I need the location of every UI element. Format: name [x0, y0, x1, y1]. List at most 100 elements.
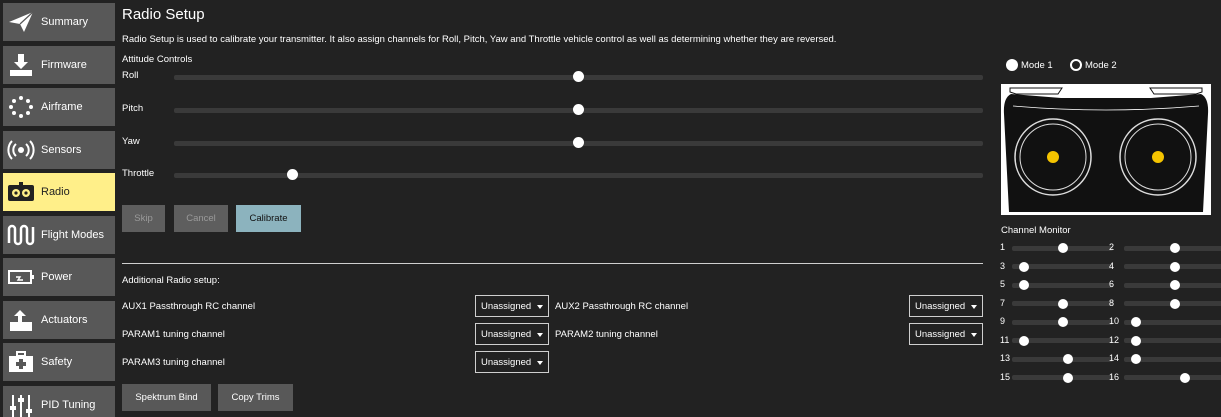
mode1-label: Mode 1: [1021, 59, 1053, 71]
channel-handle: [1169, 298, 1180, 309]
airframe-dots-icon: [3, 88, 39, 126]
page-title: Radio Setup: [122, 6, 205, 23]
channel-handle: [1057, 243, 1068, 253]
sidebar-item-label: Actuators: [41, 314, 88, 326]
sidebar-item-actuators[interactable]: Actuators: [3, 301, 115, 339]
skip-button[interactable]: Skip: [122, 205, 165, 232]
wave-icon: [3, 216, 39, 254]
roll-handle[interactable]: [573, 71, 584, 82]
param3-dropdown-value: Unassigned: [481, 356, 532, 368]
sliders-icon: [3, 386, 39, 417]
channel-number: 7: [1000, 297, 1006, 308]
channel-handle: [1131, 335, 1142, 346]
page-description: Radio Setup is used to calibrate your tr…: [122, 34, 837, 45]
channel-handle: [1062, 372, 1073, 383]
sidebar-item-power[interactable]: Power: [3, 258, 115, 296]
copy-trims-button[interactable]: Copy Trims: [218, 384, 293, 411]
param1-label: PARAM1 tuning channel: [122, 329, 225, 340]
sidebar-item-label: Safety: [41, 356, 73, 368]
download-icon: [3, 46, 39, 84]
radio-button-icon: [1070, 59, 1082, 71]
channel-handle: [1169, 280, 1180, 290]
channel-track: [1124, 375, 1221, 380]
param2-dropdown-value: Unassigned: [915, 328, 966, 340]
channel-handle: [1057, 298, 1068, 309]
attitude-controls-label: Attitude Controls: [122, 54, 193, 65]
sidebar-item-label: Firmware: [41, 59, 87, 71]
sidebar-item-sensors[interactable]: Sensors: [3, 131, 115, 169]
sidebar-item-label: Flight Modes: [41, 229, 104, 241]
sidebar-item-airframe[interactable]: Airframe: [3, 88, 115, 126]
spektrum-bind-button[interactable]: Spektrum Bind: [122, 384, 211, 411]
sidebar-item-label: Radio: [41, 186, 70, 198]
channel-number: 5: [1000, 279, 1006, 289]
mode1-radio[interactable]: Mode 1: [1006, 59, 1053, 71]
mode2-radio[interactable]: Mode 2: [1070, 59, 1117, 71]
throttle-handle[interactable]: [287, 169, 299, 180]
channel-handle: [1019, 261, 1030, 272]
channel-handle: [1019, 335, 1030, 346]
sidebar-item-firmware[interactable]: Firmware: [3, 46, 115, 84]
chevron-down-icon: [537, 305, 543, 309]
channel-handle: [1169, 243, 1180, 253]
radio-icon: [3, 173, 39, 211]
roll-label: Roll: [122, 70, 139, 81]
pitch-label: Pitch: [122, 103, 144, 114]
sidebar-item-radio[interactable]: Radio: [3, 173, 115, 211]
sidebar-item-label: PID Tuning: [41, 399, 96, 411]
channel-number: 16: [1109, 371, 1120, 382]
sidebar-item-summary[interactable]: Summary: [3, 3, 115, 41]
channel-number: 13: [1000, 353, 1011, 363]
sidebar: Summary Firmware Airframe Sensors Radio …: [0, 0, 116, 417]
channel-number: 6: [1109, 279, 1115, 289]
pitch-slider-row: Pitch: [122, 103, 984, 117]
yaw-slider-row: Yaw: [122, 136, 984, 150]
battery-icon: [3, 258, 39, 296]
channel-number: 9: [1000, 316, 1006, 326]
aux2-dropdown[interactable]: Unassigned: [909, 295, 983, 317]
channel-number: 11: [1000, 334, 1010, 345]
throttle-label: Throttle: [122, 168, 155, 179]
channel-number: 8: [1109, 297, 1115, 308]
sidebar-item-pid-tuning[interactable]: PID Tuning: [3, 386, 115, 417]
sidebar-item-safety[interactable]: Safety: [3, 343, 115, 381]
calibrate-button[interactable]: Calibrate: [236, 205, 301, 232]
chevron-down-icon: [971, 333, 977, 337]
channel-number: 3: [1000, 260, 1006, 271]
sidebar-item-label: Sensors: [41, 144, 82, 156]
param3-dropdown[interactable]: Unassigned: [475, 351, 549, 373]
aux2-label: AUX2 Passthrough RC channel: [555, 301, 689, 312]
paper-plane-icon: [3, 3, 39, 41]
param1-dropdown-value: Unassigned: [481, 328, 532, 340]
channel-number: 10: [1109, 316, 1120, 326]
transmitter-icon: [1001, 84, 1211, 215]
channel-handle: [1057, 317, 1068, 327]
channel-monitor-label: Channel Monitor: [1001, 225, 1071, 236]
cancel-button[interactable]: Cancel: [174, 205, 228, 232]
mode2-label: Mode 2: [1085, 59, 1117, 71]
chevron-down-icon: [537, 361, 543, 365]
param1-dropdown[interactable]: Unassigned: [475, 323, 549, 345]
yaw-handle[interactable]: [573, 137, 584, 148]
yaw-label: Yaw: [122, 136, 140, 147]
channel-handle: [1169, 261, 1180, 272]
param3-label: PARAM3 tuning channel: [122, 357, 225, 368]
sidebar-item-label: Airframe: [41, 101, 83, 113]
roll-slider-row: Roll: [122, 70, 984, 84]
medkit-icon: [3, 343, 39, 381]
channel-number: 14: [1109, 353, 1120, 363]
channel-handle: [1179, 372, 1190, 383]
channel-handle: [1062, 354, 1073, 364]
param2-dropdown[interactable]: Unassigned: [909, 323, 983, 345]
radio-button-icon: [1006, 59, 1018, 71]
divider: [122, 263, 983, 264]
pitch-handle[interactable]: [573, 104, 584, 115]
aux1-dropdown[interactable]: Unassigned: [475, 295, 549, 317]
throttle-slider-row: Throttle: [122, 168, 984, 182]
channel-number: 2: [1109, 242, 1115, 252]
param2-label: PARAM2 tuning channel: [555, 329, 658, 340]
actuator-icon: [3, 301, 39, 339]
sidebar-item-flight-modes[interactable]: Flight Modes: [3, 216, 115, 254]
channel-number: 1: [1000, 242, 1006, 252]
channel-number: 15: [1000, 371, 1011, 382]
